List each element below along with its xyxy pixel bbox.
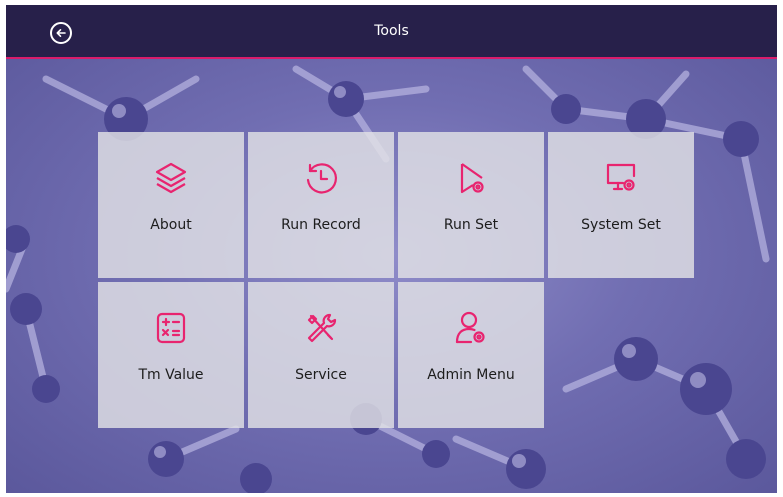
tile-label: System Set bbox=[581, 217, 661, 233]
about-tile[interactable]: About bbox=[98, 132, 244, 278]
layers-icon bbox=[155, 162, 187, 194]
tools-icon bbox=[307, 313, 337, 343]
tile-label: Tm Value bbox=[138, 367, 204, 383]
calculator-icon bbox=[156, 312, 186, 344]
history-icon bbox=[306, 163, 337, 194]
tile-label: Run Record bbox=[281, 217, 361, 233]
run-record-tile[interactable]: Run Record bbox=[248, 132, 394, 278]
tile-label: Run Set bbox=[443, 217, 499, 233]
service-tile[interactable]: Service bbox=[248, 282, 394, 428]
app-screen: Tools About Run Record Run Set System Se… bbox=[6, 5, 777, 493]
monitor-settings-icon bbox=[606, 163, 636, 191]
run-set-tile[interactable]: Run Set bbox=[398, 132, 544, 278]
tile-label: About bbox=[150, 217, 192, 233]
tm-value-tile[interactable]: Tm Value bbox=[98, 282, 244, 428]
page-title: Tools bbox=[374, 23, 409, 39]
back-arrow-circle-icon[interactable] bbox=[50, 22, 72, 44]
admin-menu-tile[interactable]: Admin Menu bbox=[398, 282, 544, 428]
play-settings-icon bbox=[460, 163, 484, 194]
system-set-tile[interactable]: System Set bbox=[548, 132, 694, 278]
tile-label: Service bbox=[295, 367, 347, 383]
header-bar: Tools bbox=[6, 5, 777, 59]
tile-label: Admin Menu bbox=[427, 367, 515, 383]
user-settings-icon bbox=[455, 311, 485, 344]
